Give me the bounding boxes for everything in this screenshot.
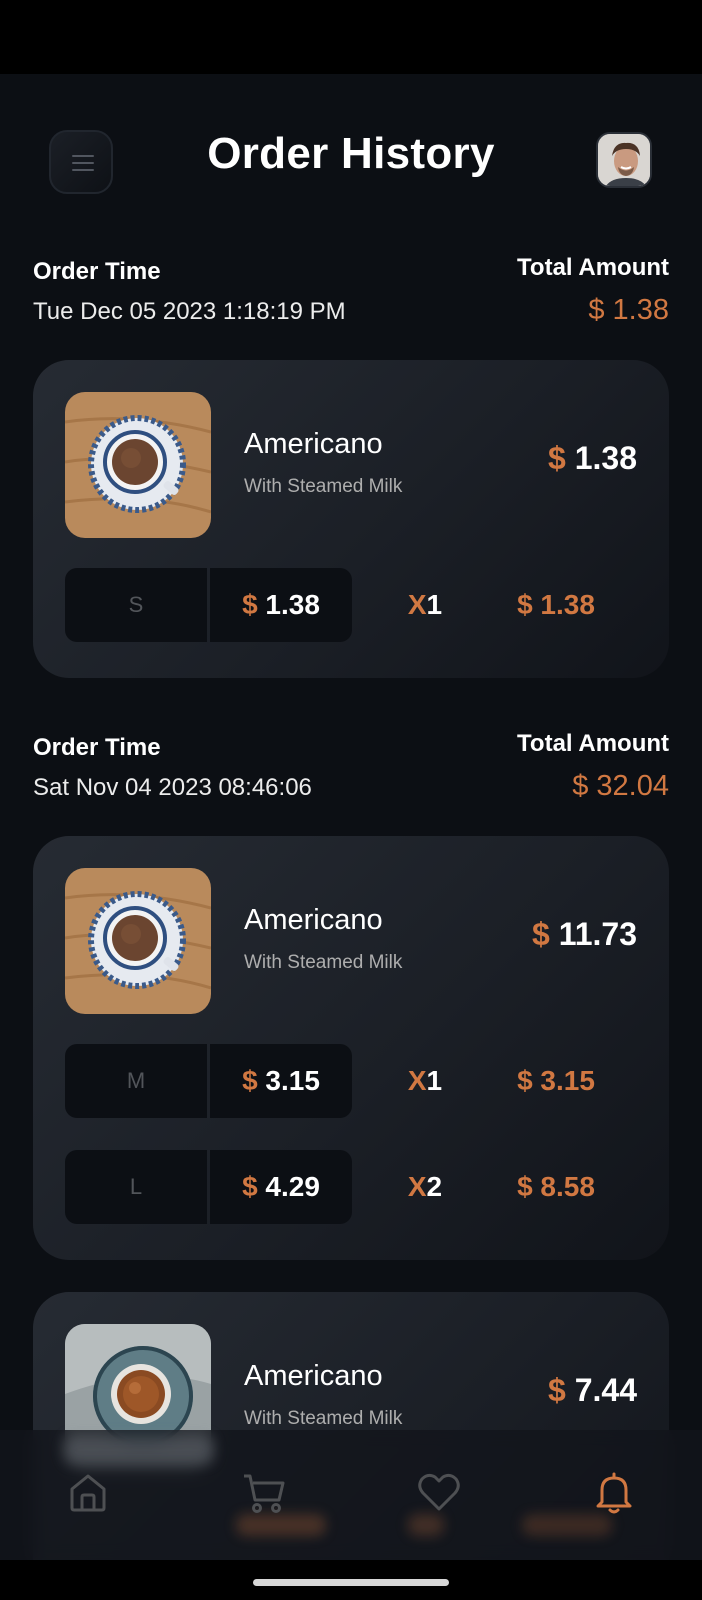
line-total: $ 8.58 (517, 1171, 595, 1202)
total-amount-value: $ 32.04 (572, 770, 669, 802)
order-history-screen: Order History Order Time Tue Dec 05 2023… (0, 74, 702, 1560)
order-time-label: Order Time (33, 258, 161, 285)
order-time-value: Tue Dec 05 2023 1:18:19 PM (33, 298, 346, 325)
order-time-label: Order Time (33, 734, 161, 761)
nav-notifications[interactable] (584, 1462, 644, 1522)
home-gesture-handle[interactable] (253, 1579, 449, 1586)
size-price-value: 1.38 (265, 589, 320, 620)
quantity: X1 (375, 568, 475, 642)
bell-icon (596, 1472, 632, 1514)
product-name: Americano (244, 904, 383, 936)
product-name: Americano (244, 428, 383, 460)
product-name: Americano (244, 1360, 383, 1392)
coffee-cup-image (65, 392, 211, 538)
quantity: X1 (375, 1044, 475, 1118)
size-label: L (65, 1150, 207, 1224)
quantity-value: 1 (426, 1065, 443, 1096)
nav-home[interactable] (58, 1462, 118, 1522)
size-price: $ 1.38 (210, 568, 352, 642)
size-price-value: 3.15 (265, 1065, 320, 1096)
heart-icon (418, 1473, 460, 1511)
product-price-value: 11.73 (558, 916, 637, 952)
product-subtitle: With Steamed Milk (244, 1408, 403, 1429)
total-amount-label: Total Amount (517, 730, 669, 757)
quantity: X2 (375, 1150, 475, 1224)
size-label: M (65, 1044, 207, 1118)
size-price-value: 4.29 (265, 1171, 320, 1202)
size-row: L $ 4.29 X2 $ 8.58 (65, 1150, 637, 1224)
product-price: $ 1.38 (548, 440, 637, 477)
status-bar (0, 0, 702, 74)
currency-symbol: $ (242, 1065, 258, 1096)
blurred-content (64, 1436, 214, 1464)
quantity-x: X (407, 1065, 427, 1096)
line-total: $ 3.15 (517, 1065, 595, 1096)
product-image (65, 392, 211, 538)
order-group-header: Order Time Tue Dec 05 2023 1:18:19 PM To… (33, 252, 669, 332)
product-price-value: 7.44 (574, 1372, 637, 1408)
quantity-value: 1 (426, 589, 443, 620)
size-price: $ 4.29 (210, 1150, 352, 1224)
quantity-x: X (407, 1171, 427, 1202)
bottom-nav (0, 1430, 702, 1560)
product-subtitle: With Steamed Milk (244, 476, 403, 497)
coffee-cup-image (65, 868, 211, 1014)
product-price: $ 7.44 (548, 1372, 637, 1409)
currency-symbol: $ (242, 589, 258, 620)
user-avatar[interactable] (596, 132, 652, 188)
product-price: $ 11.73 (532, 916, 637, 953)
order-time-value: Sat Nov 04 2023 08:46:06 (33, 774, 312, 801)
product-subtitle: With Steamed Milk (244, 952, 403, 973)
cart-icon (244, 1474, 285, 1513)
line-total: $ 1.38 (517, 589, 595, 620)
nav-cart[interactable] (234, 1462, 294, 1522)
size-row: M $ 3.15 X1 $ 3.15 (65, 1044, 637, 1118)
total-amount-value: $ 1.38 (588, 294, 669, 326)
avatar-photo (598, 134, 650, 186)
home-icon (70, 1474, 106, 1512)
system-gesture-bar (0, 1560, 702, 1600)
currency-symbol: $ (242, 1171, 258, 1202)
total-amount-label: Total Amount (517, 254, 669, 281)
product-image (65, 868, 211, 1014)
currency-symbol: $ (548, 1372, 566, 1408)
order-group-header: Order Time Sat Nov 04 2023 08:46:06 Tota… (33, 728, 669, 808)
nav-favorites[interactable] (409, 1462, 469, 1522)
size-price: $ 3.15 (210, 1044, 352, 1118)
currency-symbol: $ (548, 440, 566, 476)
size-label: S (65, 568, 207, 642)
quantity-x: X (407, 589, 427, 620)
quantity-value: 2 (426, 1171, 443, 1202)
order-item-card[interactable]: Americano With Steamed Milk $ 11.73 M $ … (33, 836, 669, 1260)
order-item-card[interactable]: Americano With Steamed Milk $ 1.38 S $ 1… (33, 360, 669, 678)
size-row: S $ 1.38 X1 $ 1.38 (65, 568, 637, 642)
product-price-value: 1.38 (574, 440, 637, 476)
currency-symbol: $ (532, 916, 550, 952)
